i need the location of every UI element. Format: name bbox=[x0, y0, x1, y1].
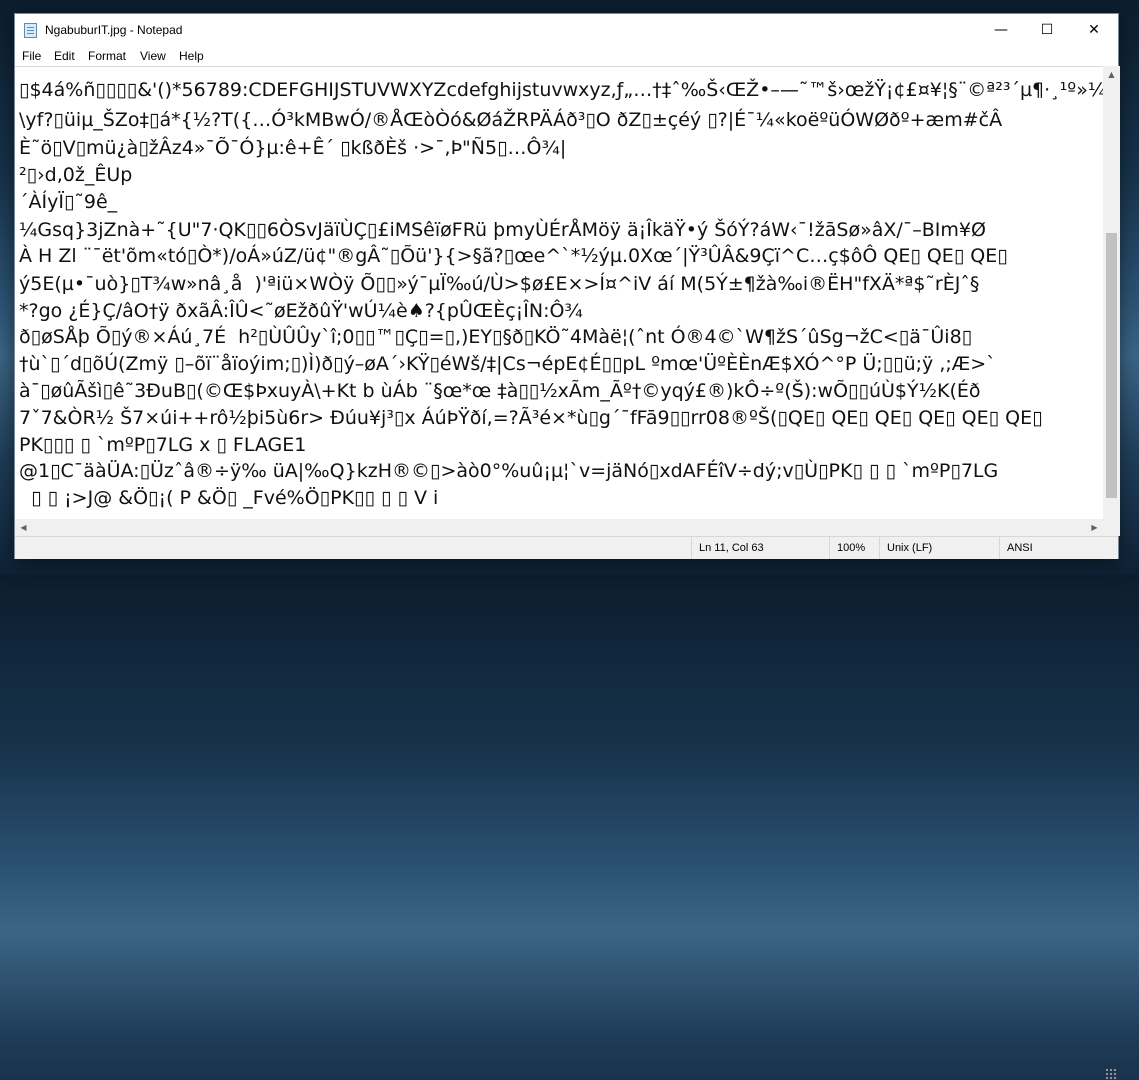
scroll-left-icon[interactable]: ◀ bbox=[15, 519, 32, 536]
editor-line: *?go ¿É}Ç/âO†ÿ ðxãÂ:ÎÛ<˜øEžðûŸ'wÚ¼è♠?{pÛ… bbox=[19, 300, 583, 322]
editor-line: à¯▯øûÃšì▯ê˜3ÐuB▯(©Œ$ÞxuyÀ\+Kt b ùÁb ¨§œ*… bbox=[19, 380, 981, 402]
menu-format[interactable]: Format bbox=[88, 46, 126, 66]
notepad-icon[interactable] bbox=[24, 23, 37, 38]
minimize-button[interactable]: — bbox=[978, 14, 1024, 45]
editor-line: \yf?▯üiµ_ŠZo‡▯á*{½?T({…Ó³kMBwÓ/®ÅŒòÒó&Øá… bbox=[19, 109, 1003, 131]
scroll-up-icon[interactable]: ▲ bbox=[1103, 66, 1120, 83]
encoding: ANSI bbox=[999, 537, 1103, 559]
scroll-corner bbox=[1103, 519, 1120, 536]
editor-line: À H Zl ¨¯ët'õm«tó▯Ò*)/oÁ»úZ/ü¢"®gÂ˜▯Õü'}… bbox=[19, 245, 1008, 267]
editor-line: ´ÀÍyÏ▯˜9ê_ bbox=[19, 191, 118, 213]
window-title: NgabuburIT.jpg - Notepad bbox=[45, 23, 183, 37]
line-ending: Unix (LF) bbox=[879, 537, 999, 559]
editor-line: ¼Gsq}3jZnà+˜{U"7·QK▯▯6ÒSvJäïÙÇ▯£iMSêïøFR… bbox=[19, 219, 986, 241]
vertical-scrollbar[interactable]: ▲ ▼ bbox=[1103, 66, 1120, 536]
resize-grip-icon[interactable] bbox=[1105, 1068, 1117, 1080]
editor-line: ²▯›d,0ž_ÊUp bbox=[19, 164, 133, 186]
editor-line: ð▯øSÅþ Õ▯ý®×Áú¸7É h²▯ÙÛÛy`î;0▯▯™▯Ç▯=▯,)E… bbox=[19, 326, 973, 348]
editor-line: È˜ö▯V▯mü¿à▯žÂz4»¯Õ¯Ó}µ:ê+Ê´ ▯kßðÈš ·>¯,Þ… bbox=[19, 137, 567, 159]
editor-line: @1▯C¯äàÜA:▯Üzˆâ®÷ÿ‰ üA|‰Q}kzH®©▯>àò0°%uû… bbox=[19, 460, 999, 482]
menu-view[interactable]: View bbox=[140, 46, 166, 66]
editor-line: ▯ ▯ ¡>J@ &Ö▯¡( P &Ö▯ _Fvé%Ö▯PK▯▯ ▯ ▯ V i bbox=[19, 487, 439, 509]
editor-line: ▯$4á%ñ▯▯▯▯&'()*56789:CDEFGHIJSTUVWXYZcde… bbox=[19, 79, 1103, 101]
zoom-level: 100% bbox=[829, 537, 879, 559]
scroll-right-icon[interactable]: ▶ bbox=[1086, 519, 1103, 536]
title-bar[interactable]: NgabuburIT.jpg - Notepad — ☐ ✕ bbox=[15, 14, 1118, 46]
menu-help[interactable]: Help bbox=[179, 46, 204, 66]
notepad-window: NgabuburIT.jpg - Notepad — ☐ ✕ File Edit… bbox=[14, 13, 1120, 1080]
maximize-button[interactable]: ☐ bbox=[1024, 14, 1070, 45]
cursor-position: Ln 11, Col 63 bbox=[691, 537, 829, 559]
editor-line: †ù`▯´d▯õÚ(Zmÿ ▯–õï¨åïoýim;▯)Ì)ð▯ý–øA´›KŸ… bbox=[19, 353, 996, 375]
scroll-thumb[interactable] bbox=[1106, 233, 1117, 498]
editor-line: 7ˇ7&ÒR½ Š7×úi++rô½þi5ù6r> Ðúu¥j³▯x ÁúÞŸð… bbox=[19, 407, 1043, 429]
text-editor[interactable]: ▯$4á%ñ▯▯▯▯&'()*56789:CDEFGHIJSTUVWXYZcde… bbox=[15, 66, 1103, 536]
editor-line: PK▯▯▯ ▯ `mºP▯7LG x ▯ FLAGE1 bbox=[19, 434, 307, 456]
close-button[interactable]: ✕ bbox=[1071, 14, 1117, 45]
menu-file[interactable]: File bbox=[22, 46, 41, 66]
menu-bar: File Edit Format View Help bbox=[15, 46, 1118, 66]
editor-line: ý5E(µ•¯uò}▯T¾w»nâ¸å )'ªiü×WÒÿ Õ▯▯»ý¯µÏ‰ú… bbox=[19, 273, 980, 295]
menu-edit[interactable]: Edit bbox=[54, 46, 75, 66]
status-bar: Ln 11, Col 63 100% Unix (LF) ANSI bbox=[15, 536, 1118, 1080]
horizontal-scrollbar[interactable]: ◀ ▶ bbox=[15, 519, 1103, 536]
